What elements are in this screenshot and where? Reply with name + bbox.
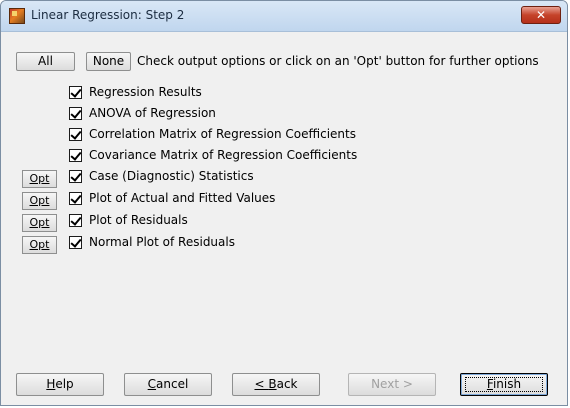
back-mnemonic: B bbox=[268, 377, 277, 391]
back-button[interactable]: < Back bbox=[232, 373, 320, 396]
app-icon bbox=[9, 8, 25, 24]
select-none-button[interactable]: None bbox=[86, 52, 131, 71]
option-label: Covariance Matrix of Regression Coeffici… bbox=[89, 148, 358, 162]
correlation-matrix-checkbox[interactable] bbox=[69, 128, 82, 141]
opt-label: Opt bbox=[29, 238, 50, 251]
option-label: Correlation Matrix of Regression Coeffic… bbox=[89, 127, 356, 141]
back-prefix: < bbox=[254, 377, 269, 391]
anova-checkbox[interactable] bbox=[69, 107, 82, 120]
regression-results-checkbox[interactable] bbox=[69, 86, 82, 99]
normal-plot-opt-button[interactable]: Opt bbox=[22, 236, 57, 254]
dialog-window: Linear Regression: Step 2 ✕ All None Che… bbox=[0, 0, 568, 406]
select-all-button[interactable]: All bbox=[16, 52, 75, 71]
actual-fitted-opt-button[interactable]: Opt bbox=[22, 192, 57, 210]
help-button[interactable]: Help bbox=[16, 373, 104, 396]
close-button[interactable]: ✕ bbox=[521, 6, 561, 24]
opt-label: Opt bbox=[29, 194, 50, 207]
residuals-plot-opt-button[interactable]: Opt bbox=[22, 214, 57, 232]
dialog-body: All None Check output options or click o… bbox=[7, 32, 561, 405]
option-label: Plot of Actual and Fitted Values bbox=[89, 191, 276, 205]
cancel-mnemonic: C bbox=[147, 377, 157, 391]
help-label: elp bbox=[55, 377, 74, 391]
cancel-label: ancel bbox=[156, 377, 189, 391]
actual-fitted-checkbox[interactable] bbox=[69, 192, 82, 205]
option-label: Normal Plot of Residuals bbox=[89, 235, 235, 249]
normal-plot-checkbox[interactable] bbox=[69, 236, 82, 249]
cancel-button[interactable]: Cancel bbox=[124, 373, 212, 396]
window-title: Linear Regression: Step 2 bbox=[31, 8, 185, 22]
case-statistics-opt-button[interactable]: Opt bbox=[22, 170, 57, 188]
help-mnemonic: H bbox=[46, 377, 56, 391]
case-statistics-checkbox[interactable] bbox=[69, 170, 82, 183]
back-label: ack bbox=[276, 377, 298, 391]
finish-button[interactable]: Finish bbox=[460, 373, 548, 396]
covariance-matrix-checkbox[interactable] bbox=[69, 149, 82, 162]
instruction-text: Check output options or click on an 'Opt… bbox=[137, 54, 539, 68]
opt-label: Opt bbox=[29, 216, 50, 229]
title-bar[interactable]: Linear Regression: Step 2 ✕ bbox=[1, 1, 567, 32]
option-label: Case (Diagnostic) Statistics bbox=[89, 169, 254, 183]
option-label: Plot of Residuals bbox=[89, 213, 188, 227]
focus-rectangle bbox=[465, 377, 543, 392]
opt-label: Opt bbox=[29, 172, 50, 185]
option-label: ANOVA of Regression bbox=[89, 106, 216, 120]
next-button[interactable]: Next > bbox=[348, 373, 436, 396]
residuals-plot-checkbox[interactable] bbox=[69, 214, 82, 227]
option-label: Regression Results bbox=[89, 85, 202, 99]
